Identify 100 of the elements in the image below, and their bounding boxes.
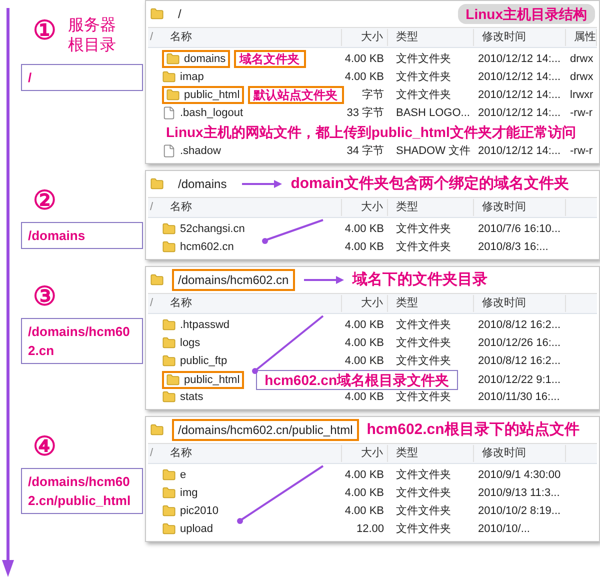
title-badge: Linux主机目录结构	[458, 4, 595, 24]
folder-icon	[150, 423, 164, 437]
column-header[interactable]: 大小	[342, 295, 388, 312]
file-name: stats	[180, 390, 204, 405]
column-header[interactable]: 修改时间	[474, 295, 566, 312]
file-row[interactable]: imap 4.00 KB 文件文件夹 2010/12/12 14:... drwx	[148, 68, 597, 86]
table-cell-text: 文件文件夹	[395, 240, 452, 255]
column-header[interactable]: 类型	[388, 29, 474, 46]
folder-icon	[150, 7, 164, 21]
file-row[interactable]: public_html 默认站点文件夹 字节 文件文件夹 2010/12/12 14:... lrwxr	[148, 86, 597, 104]
file-row[interactable]: stats 4.00 KB 文件文件夹 2010/11/30 16:...	[148, 388, 597, 406]
folder-icon	[162, 486, 176, 500]
table-cell-text: 34 字节	[346, 144, 385, 159]
annotation-text: 域名下的文件夹目录	[352, 270, 488, 290]
file-row[interactable]: logs 4.00 KB 文件文件夹 2010/12/26 16:...	[148, 334, 597, 352]
file-row[interactable]: img 4.00 KB 文件文件夹 2010/9/13 11:3...	[148, 484, 597, 502]
pointer-arrow	[261, 218, 325, 244]
file-row[interactable]: public_ftp 4.00 KB 文件文件夹 2010/8/12 16:2...	[148, 352, 597, 370]
annotation-text: domain文件夹包含两个绑定的域名文件夹	[290, 174, 570, 194]
column-header[interactable]: 修改时间	[474, 29, 566, 46]
table-cell-text: 4.00 KB	[344, 468, 385, 483]
column-header[interactable]: 大小	[342, 29, 388, 46]
table-cell-text: 2010/12/12 14:...	[477, 88, 562, 103]
table-cell-text: 2010/7/6 16:10...	[477, 222, 562, 237]
file-name: img	[180, 486, 198, 501]
file-row[interactable]: pic2010 4.00 KB 文件文件夹 2010/10/2 8:19...	[148, 502, 597, 520]
path-field[interactable]: /domains/hcm602.cn	[172, 269, 295, 291]
column-header[interactable]: 名称	[162, 295, 342, 312]
folder-icon	[162, 504, 176, 518]
file-row[interactable]: domains 域名文件夹 4.00 KB 文件文件夹 2010/12/12 14:... drwx	[148, 50, 597, 68]
table-cell-text: 2010/9/13 11:3...	[477, 486, 561, 501]
file-row[interactable]: upload 12.00 文件文件夹 2010/10/...	[148, 520, 597, 538]
file-row[interactable]: hcm602.cn 4.00 KB 文件文件夹 2010/8/3 16:...	[148, 238, 597, 256]
table-cell-text: 2010/12/12 14:...	[477, 52, 562, 67]
table-cell-text: 2010/8/12 16:2...	[477, 318, 562, 333]
file-icon	[162, 144, 176, 158]
step-title: 服务器	[68, 16, 116, 36]
table-cell-text: 文件文件夹	[395, 70, 452, 85]
table-cell-text: 2010/8/12 16:2...	[477, 354, 562, 369]
path-field[interactable]: /domains	[172, 173, 233, 195]
table-cell-text: 4.00 KB	[344, 240, 385, 255]
annotation-text: 域名文件夹	[234, 50, 306, 68]
file-icon	[162, 106, 176, 120]
step-number: ③	[32, 282, 56, 310]
table-cell-text: -rw-r	[569, 144, 594, 159]
annotation-text: 默认站点文件夹	[248, 86, 344, 104]
file-row[interactable]: .bash_logout 33 字节 BASH LOGO... 2010/12/12 14:... -rw-r	[148, 104, 597, 122]
column-header[interactable]: 名称	[162, 199, 342, 216]
column-header[interactable]: 名称	[162, 445, 342, 462]
file-name: imap	[180, 70, 204, 85]
table-cell-text: 文件文件夹	[395, 88, 452, 103]
file-row[interactable]: .htpasswd 4.00 KB 文件文件夹 2010/8/12 16:2...	[148, 316, 597, 334]
path-box: /domains/hcm602.cn	[21, 318, 143, 364]
table-cell-text: 文件文件夹	[395, 486, 452, 501]
column-header[interactable]: 类型	[388, 445, 474, 462]
table-cell-text: drwx	[569, 52, 594, 67]
table-cell-text: 4.00 KB	[344, 336, 385, 351]
column-header[interactable]: 类型	[388, 199, 474, 216]
folder-icon	[162, 70, 176, 84]
file-row[interactable]: .shadow 34 字节 SHADOW 文件 2010/12/12 14:... -rw-r	[148, 142, 597, 160]
column-header[interactable]: 名称	[162, 29, 342, 46]
table-cell-text: SHADOW 文件	[395, 144, 472, 159]
path-field[interactable]: /domains/hcm602.cn/public_html	[172, 419, 359, 441]
annotation-text: hcm602.cn根目录下的站点文件	[366, 420, 580, 440]
column-header[interactable]: 修改时间	[474, 445, 566, 462]
column-header[interactable]: 类型	[388, 295, 474, 312]
column-header[interactable]: 大小	[342, 199, 388, 216]
file-row[interactable]: public_html hcm602.cn域名根目录文件夹 2010/12/22 9:1...	[148, 370, 597, 388]
table-cell-text: 文件文件夹	[395, 522, 452, 537]
annotation-text: Linux主机的网站文件，都上传到public_html文件夹才能正常访问	[166, 123, 577, 141]
step-number: ④	[32, 432, 56, 460]
table-cell-text: 4.00 KB	[344, 52, 385, 67]
file-row[interactable]: e 4.00 KB 文件文件夹 2010/9/1 4:30:00	[148, 466, 597, 484]
folder-icon	[162, 240, 176, 254]
folder-icon	[162, 336, 176, 350]
table-cell-text: 文件文件夹	[395, 468, 452, 483]
file-name: .htpasswd	[180, 318, 230, 333]
file-name: domains	[184, 52, 226, 67]
folder-icon	[150, 177, 164, 191]
file-name: public_ftp	[180, 354, 228, 369]
folder-icon	[162, 318, 176, 332]
table-cell-text: 12.00	[355, 522, 385, 537]
step-number: ②	[32, 186, 56, 214]
table-cell-text: 2010/12/12 14:...	[477, 144, 562, 159]
table-cell-text: 33 字节	[346, 106, 385, 121]
column-header[interactable]: 修改时间	[474, 199, 566, 216]
folder-icon	[166, 88, 180, 102]
table-cell-text: 2010/12/12 14:...	[477, 106, 562, 121]
column-header[interactable]: 属性	[566, 29, 597, 46]
path-box: /domains	[21, 222, 143, 249]
file-name: .shadow	[180, 144, 221, 159]
table-cell-text: 字节	[361, 88, 385, 103]
table-cell-text: 2010/8/3 16:...	[477, 240, 550, 255]
column-header[interactable]: 大小	[342, 445, 388, 462]
path-field[interactable]: /	[172, 3, 188, 25]
table-cell-text: 4.00 KB	[344, 504, 385, 519]
folder-icon	[166, 373, 180, 387]
file-row[interactable]: 52changsi.cn 4.00 KB 文件文件夹 2010/7/6 16:10...	[148, 220, 597, 238]
table-cell-text: 2010/11/30 16:...	[477, 390, 561, 405]
table-cell-text: 2010/12/12 14:...	[477, 70, 562, 85]
